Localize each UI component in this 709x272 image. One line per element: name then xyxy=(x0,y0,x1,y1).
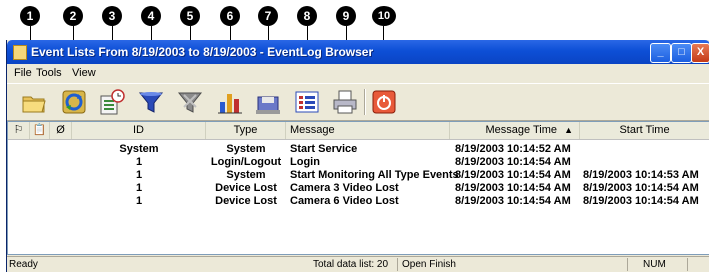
cell-message: Start Service xyxy=(290,143,358,155)
cell-id: 1 xyxy=(135,195,143,207)
status-total: Total data list: 20 xyxy=(313,259,389,270)
menu-tools[interactable]: Tools xyxy=(33,67,65,79)
cell-type: Device Lost xyxy=(215,195,277,207)
cell-type: Login/Logout xyxy=(210,156,282,168)
cell-type: Device Lost xyxy=(215,182,277,194)
sort-ascending-icon: ▲ xyxy=(564,125,573,135)
status-num: NUM xyxy=(643,259,666,270)
cell-start-time: 8/19/2003 10:14:54 AM xyxy=(583,195,699,207)
table-row[interactable]: 1 Device Lost Camera 3 Video Lost 8/19/2… xyxy=(8,182,709,195)
callout-bar: 1 2 3 4 5 6 7 8 9 10 xyxy=(0,0,709,88)
cell-message: Start Monitoring All Type Events xyxy=(290,169,459,181)
print-icon[interactable] xyxy=(331,88,359,116)
cell-id: 1 xyxy=(135,156,143,168)
refresh-icon[interactable] xyxy=(60,88,88,116)
callout-8: 8 xyxy=(297,6,317,26)
power-icon[interactable] xyxy=(370,88,398,116)
cell-id: System xyxy=(119,143,159,155)
column-note[interactable]: 📋 xyxy=(30,122,50,139)
cell-message-time: 8/19/2003 10:14:54 AM xyxy=(455,182,571,194)
column-attach[interactable]: Ø xyxy=(50,122,72,139)
cell-type: System xyxy=(226,143,266,155)
status-separator xyxy=(687,258,688,271)
maximize-button[interactable]: □ xyxy=(671,43,692,63)
cell-type: System xyxy=(226,169,266,181)
callout-6: 6 xyxy=(220,6,240,26)
callout-5: 5 xyxy=(180,6,200,26)
cell-message: Camera 6 Video Lost xyxy=(290,195,399,207)
app-icon xyxy=(13,45,27,60)
status-separator xyxy=(397,258,398,271)
cell-message-time: 8/19/2003 10:14:52 AM xyxy=(455,143,571,155)
column-type[interactable]: Type xyxy=(206,122,286,139)
cell-message-time: 8/19/2003 10:14:54 AM xyxy=(455,169,571,181)
table-row[interactable]: 1 Device Lost Camera 6 Video Lost 8/19/2… xyxy=(8,195,709,208)
table-row[interactable]: System System Start Service 8/19/2003 10… xyxy=(8,143,709,156)
column-message-time[interactable]: Message Time ▲ xyxy=(450,122,580,139)
toolbar xyxy=(7,83,709,121)
status-bar: Ready Total data list: 20 Open Finish NU… xyxy=(7,256,709,272)
cell-message: Camera 3 Video Lost xyxy=(290,182,399,194)
callout-9: 9 xyxy=(336,6,356,26)
cell-message: Login xyxy=(290,156,320,168)
cell-id: 1 xyxy=(135,169,143,181)
callout-10: 10 xyxy=(372,6,396,26)
cell-message-time: 8/19/2003 10:14:54 AM xyxy=(455,195,571,207)
column-message[interactable]: Message xyxy=(286,122,450,139)
chart-icon[interactable] xyxy=(216,88,244,116)
menu-bar: File Tools View xyxy=(7,64,709,82)
column-message-time-label: Message Time xyxy=(485,124,558,136)
table-row[interactable]: 1 Login/Logout Login 8/19/2003 10:14:54 … xyxy=(8,156,709,169)
list-header: ⚐ 📋 Ø ID Type Message Message Time ▲ Sta… xyxy=(8,122,709,140)
menu-file[interactable]: File xyxy=(11,67,35,79)
event-list[interactable]: ⚐ 📋 Ø ID Type Message Message Time ▲ Sta… xyxy=(7,121,709,255)
title-bar[interactable]: Event Lists From 8/19/2003 to 8/19/2003 … xyxy=(7,40,709,64)
callout-1: 1 xyxy=(20,6,40,26)
cell-id: 1 xyxy=(135,182,143,194)
callout-2: 2 xyxy=(63,6,83,26)
table-row[interactable]: 1 System Start Monitoring All Type Event… xyxy=(8,169,709,182)
column-start-time[interactable]: Start Time xyxy=(580,122,709,139)
callout-7: 7 xyxy=(258,6,278,26)
toolbar-separator xyxy=(364,89,366,115)
status-separator xyxy=(627,258,628,271)
callout-4: 4 xyxy=(141,6,161,26)
clear-filter-icon[interactable] xyxy=(176,88,204,116)
column-id[interactable]: ID xyxy=(72,122,206,139)
status-state: Open Finish xyxy=(402,259,456,270)
minimize-button[interactable]: _ xyxy=(650,43,671,63)
column-flag[interactable]: ⚐ xyxy=(8,122,30,139)
window-title: Event Lists From 8/19/2003 to 8/19/2003 … xyxy=(31,45,374,59)
filter-icon[interactable] xyxy=(137,88,165,116)
open-folder-icon[interactable] xyxy=(20,88,48,116)
cell-message-time: 8/19/2003 10:14:54 AM xyxy=(455,156,571,168)
schedule-icon[interactable] xyxy=(98,88,126,116)
list-view-icon[interactable] xyxy=(293,88,321,116)
save-icon[interactable] xyxy=(254,88,282,116)
close-button[interactable]: X xyxy=(691,43,709,63)
eventlog-browser-window: Event Lists From 8/19/2003 to 8/19/2003 … xyxy=(6,40,709,272)
cell-start-time: 8/19/2003 10:14:53 AM xyxy=(583,169,699,181)
menu-view[interactable]: View xyxy=(69,67,99,79)
cell-start-time: 8/19/2003 10:14:54 AM xyxy=(583,182,699,194)
callout-3: 3 xyxy=(102,6,122,26)
status-ready: Ready xyxy=(9,259,38,270)
